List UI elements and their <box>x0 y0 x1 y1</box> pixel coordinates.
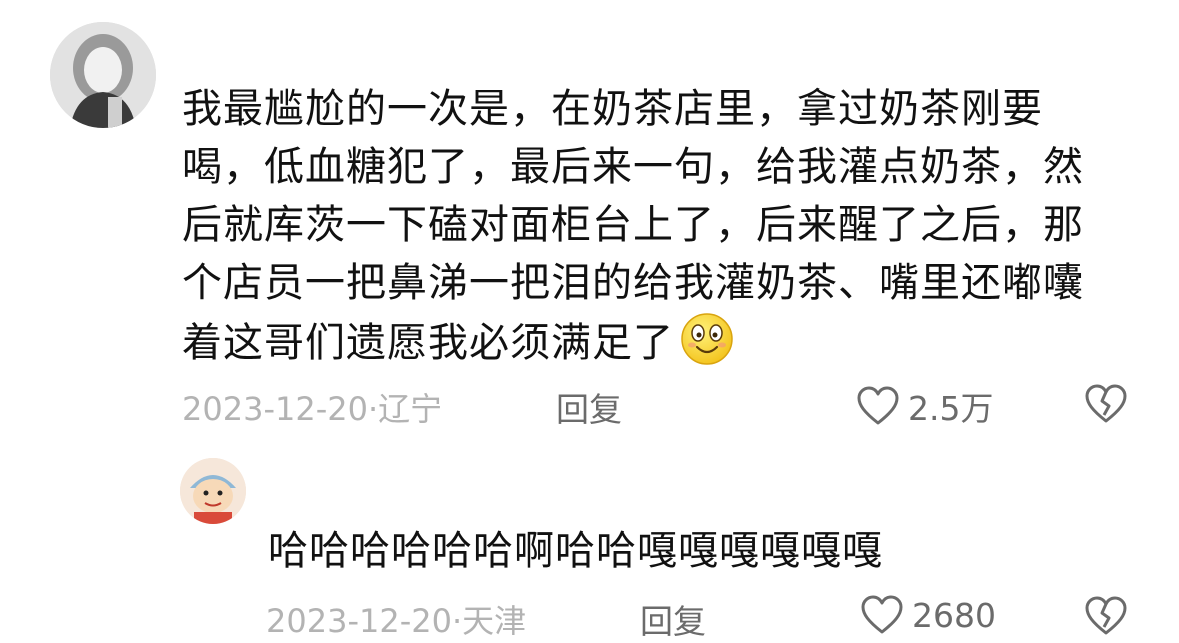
dislike-button[interactable] <box>1084 383 1128 429</box>
comment-location: 辽宁 <box>378 390 443 428</box>
comment-body: 我最尴尬的一次是，在奶茶店里，拿过奶茶刚要喝，低血糖犯了，最后来一句，给我灌点奶… <box>182 80 1102 382</box>
reply-meta: 2023-12-20·天津 <box>266 602 527 640</box>
heart-outline-icon <box>857 386 899 425</box>
comment-meta: 2023-12-20·辽宁 <box>182 390 443 428</box>
smiling-face-emoji-icon <box>680 312 734 382</box>
reply-like-count: 2680 <box>912 595 996 635</box>
broken-heart-icon <box>1085 596 1127 635</box>
reply-reply-button[interactable]: 回复 <box>640 595 706 643</box>
replier-avatar[interactable] <box>180 458 246 524</box>
reply-dislike-button[interactable] <box>1084 595 1128 641</box>
like-count: 2.5万 <box>908 389 994 428</box>
broken-heart-icon <box>1085 384 1127 423</box>
reply-date: 2023-12-20 <box>266 602 452 640</box>
comment-text: 我最尴尬的一次是，在奶茶店里，拿过奶茶刚要喝，低血糖犯了，最后来一句，给我灌点奶… <box>182 86 1084 366</box>
heart-outline-icon <box>861 595 903 634</box>
comment-date: 2023-12-20 <box>182 390 368 428</box>
commenter-avatar[interactable] <box>50 22 156 128</box>
reply-body: 哈哈哈哈哈哈啊哈哈嘎嘎嘎嘎嘎嘎 <box>268 528 883 574</box>
like-button[interactable]: 2.5万 <box>856 382 993 430</box>
reply-button[interactable]: 回复 <box>556 383 622 431</box>
reply-location: 天津 <box>462 602 527 640</box>
reply-like-button[interactable]: 2680 <box>860 594 996 636</box>
